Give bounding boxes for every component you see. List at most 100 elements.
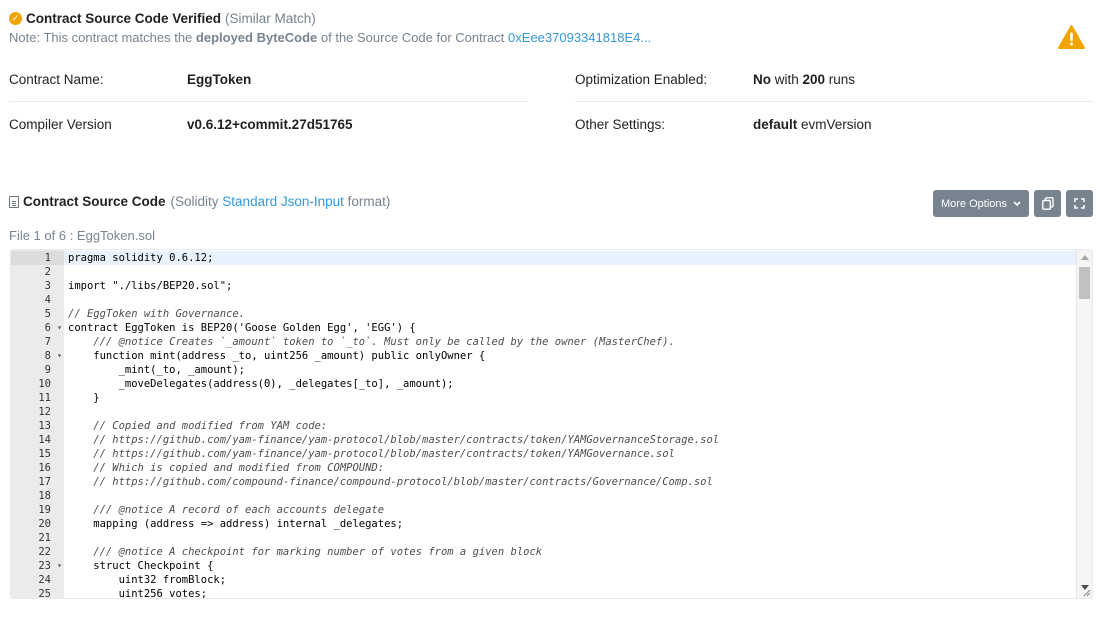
code-line[interactable]: 5 // EggToken with Governance. — [11, 307, 1077, 321]
line-number: 2 — [44, 266, 51, 278]
code-line[interactable]: 10 _moveDelegates(address(0), _delegates… — [11, 377, 1077, 391]
line-number: 4 — [44, 294, 51, 306]
code-line[interactable]: 12 — [11, 405, 1077, 419]
source-code-header: Contract Source Code (Solidity Standard … — [9, 194, 390, 209]
file-label: File 1 of 6 : EggToken.sol — [9, 228, 155, 243]
line-number: 8 ▾ — [44, 349, 62, 363]
verification-note: Note: This contract matches the deployed… — [9, 30, 1094, 45]
code-line[interactable]: 24 uint32 fromBlock; — [11, 573, 1077, 587]
fold-arrow-icon[interactable]: ▾ — [57, 349, 62, 363]
code-line[interactable]: 11 } — [11, 391, 1077, 405]
verification-title-row: ✓ Contract Source Code Verified (Similar… — [9, 10, 1094, 27]
code-line[interactable]: 23 ▾ struct Checkpoint { — [11, 559, 1077, 573]
line-number: 19 — [38, 504, 51, 516]
code-line[interactable]: 20 mapping (address => address) internal… — [11, 517, 1077, 531]
optimization-label: Optimization Enabled: — [575, 72, 708, 87]
code-line[interactable]: 17 // https://github.com/compound-financ… — [11, 475, 1077, 489]
more-options-label: More Options — [941, 197, 1008, 210]
line-number: 15 — [38, 448, 51, 460]
line-number: 14 — [38, 434, 51, 446]
line-number: 13 — [38, 420, 51, 432]
line-number: 6 ▾ — [44, 321, 62, 335]
code-line[interactable]: 19 /// @notice A record of each accounts… — [11, 503, 1077, 517]
code-text: uint32 fromBlock; — [68, 574, 227, 586]
optimization-runs: 200 — [802, 72, 826, 87]
similar-contract-link[interactable]: 0xEee37093341818E4... — [508, 30, 651, 45]
code-editor[interactable]: 1 pragma solidity 0.6.12; 2 3 import "./libs… — [10, 249, 1093, 599]
code-line[interactable]: 8 ▾ function mint(address _to, uint256 _a… — [11, 349, 1077, 363]
scroll-up-arrow-icon[interactable] — [1081, 255, 1089, 260]
code-line[interactable]: 16 // Which is copied and modified from … — [11, 461, 1077, 475]
contract-name-text: EggToken — [187, 72, 252, 87]
contract-info-left: Contract Name: EggToken Compiler Version… — [9, 58, 528, 146]
code-text: // Which is copied and modified from COM… — [68, 462, 385, 474]
code-line[interactable]: 25 uint256 votes; — [11, 587, 1077, 598]
line-number: 22 — [38, 546, 51, 558]
code-line[interactable]: 14 // https://github.com/yam-finance/yam… — [11, 433, 1077, 447]
other-settings-value: default evmVersion — [753, 117, 872, 132]
code-text: // https://github.com/compound-finance/c… — [68, 476, 713, 488]
other-settings-label: Other Settings: — [575, 116, 666, 132]
code-line[interactable]: 21 — [11, 531, 1077, 545]
line-number: 5 — [44, 308, 51, 320]
optimization-no: No — [753, 72, 771, 87]
line-number: 17 — [38, 476, 51, 488]
note-middle: of the Source Code for Contract — [317, 30, 509, 45]
warning-icon[interactable] — [1058, 25, 1085, 49]
format-prefix: (Solidity — [170, 194, 223, 209]
verification-title: Contract Source Code Verified — [26, 11, 222, 26]
contract-name-value: EggToken — [187, 72, 251, 87]
contract-name-label: Contract Name: — [9, 72, 104, 87]
code-text: contract EggToken is BEP20('Goose Golden… — [68, 322, 416, 334]
code-text: /// @notice Creates `_amount` token to `… — [68, 336, 675, 348]
resize-handle-icon[interactable] — [1082, 588, 1091, 597]
code-line[interactable]: 6 ▾ contract EggToken is BEP20('Goose Gold… — [11, 321, 1077, 335]
verification-banner: ✓ Contract Source Code Verified (Similar… — [9, 10, 1094, 50]
optimization-runs-suffix: runs — [825, 72, 856, 87]
line-number: 18 — [38, 490, 51, 502]
code-line[interactable]: 18 — [11, 489, 1077, 503]
code-text: function mint(address _to, uint256 _amou… — [68, 350, 486, 362]
code-line[interactable]: 22 /// @notice A checkpoint for marking … — [11, 545, 1077, 559]
scrollbar-thumb[interactable] — [1079, 267, 1090, 299]
code-line[interactable]: 3 import "./libs/BEP20.sol"; — [11, 279, 1077, 293]
compiler-version-value: v0.6.12+commit.27d51765 — [187, 117, 353, 132]
code-line[interactable]: 2 — [11, 265, 1077, 279]
code-line[interactable]: 15 // https://github.com/yam-finance/yam… — [11, 447, 1077, 461]
code-line[interactable]: 7 /// @notice Creates `_amount` token to… — [11, 335, 1077, 349]
standard-json-input-link[interactable]: Standard Json-Input — [222, 194, 344, 209]
line-number: 7 — [44, 336, 51, 348]
compiler-version-row: Compiler Version v0.6.12+commit.27d51765 — [9, 102, 528, 146]
more-options-button[interactable]: More Options — [933, 190, 1029, 217]
source-code-format: (Solidity Standard Json-Input format) — [171, 194, 391, 209]
vertical-scrollbar[interactable] — [1076, 250, 1092, 598]
code-line[interactable]: 9 _mint(_to, _amount); — [11, 363, 1077, 377]
line-number: 11 — [38, 392, 51, 404]
code-line[interactable]: 13 // Copied and modified from YAM code: — [11, 419, 1077, 433]
copy-button[interactable] — [1034, 190, 1061, 217]
line-number: 23 ▾ — [38, 559, 62, 573]
note-prefix: Note: This contract matches the — [9, 30, 196, 45]
fold-arrow-icon[interactable]: ▾ — [57, 321, 62, 335]
code-text: // https://github.com/yam-finance/yam-pr… — [68, 434, 720, 446]
code-text: /// @notice A checkpoint for marking num… — [68, 546, 543, 558]
source-code-title: Contract Source Code — [23, 194, 166, 209]
check-circle-icon: ✓ — [9, 12, 22, 25]
fullscreen-button[interactable] — [1066, 190, 1093, 217]
line-number: 10 — [38, 378, 51, 390]
line-number: 16 — [38, 462, 51, 474]
line-number: 1 — [11, 251, 64, 265]
compiler-version-text: v0.6.12+commit.27d51765 — [187, 116, 353, 132]
other-settings-bold: default — [753, 116, 798, 132]
code-text: _moveDelegates(address(0), _delegates[_t… — [68, 378, 454, 390]
code-line[interactable]: 1 pragma solidity 0.6.12; — [11, 251, 1077, 265]
code-lines: 1 pragma solidity 0.6.12; 2 3 import "./libs… — [11, 251, 1077, 598]
code-text: /// @notice A record of each accounts de… — [68, 504, 385, 516]
line-number: 21 — [38, 532, 51, 544]
fold-arrow-icon[interactable]: ▾ — [57, 559, 62, 573]
code-line[interactable]: 4 — [11, 293, 1077, 307]
contract-info-right: Optimization Enabled: No with 200 runs O… — [575, 58, 1094, 146]
